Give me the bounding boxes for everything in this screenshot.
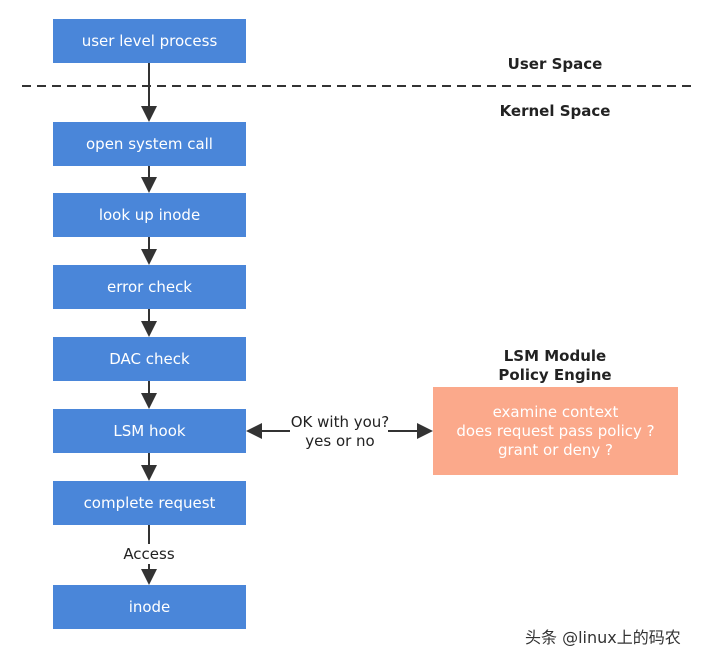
box-open-system-call: open system call	[53, 122, 246, 166]
diagram: User Space Kernel Space user level proce…	[0, 0, 720, 659]
box-lsm-hook: LSM hook	[53, 409, 246, 453]
query-label: OK with you? yes or no	[285, 413, 395, 451]
policy-line: grant or deny ?	[497, 440, 613, 459]
policy-line: examine context	[492, 402, 619, 421]
connectors	[22, 63, 692, 585]
lsm-title-line-2: Policy Engine	[498, 366, 612, 384]
box-dac-check: DAC check	[53, 337, 246, 381]
box-error-check: error check	[53, 265, 246, 309]
query-line-2: yes or no	[305, 432, 375, 450]
lsm-module-title: LSM Module Policy Engine	[470, 347, 640, 385]
policy-engine-box: examine context does request pass policy…	[433, 387, 678, 475]
box-complete-request: complete request	[53, 481, 246, 525]
kernel-space-label: Kernel Space	[499, 102, 611, 120]
access-label: Access	[123, 545, 175, 563]
box-look-up-inode: look up inode	[53, 193, 246, 237]
query-line-1: OK with you?	[290, 413, 390, 431]
box-inode: inode	[53, 585, 246, 629]
policy-line: does request pass policy ?	[456, 421, 655, 440]
watermark: 头条 @linux上的码农	[525, 628, 681, 647]
lsm-title-line-1: LSM Module	[503, 347, 607, 365]
user-space-label: User Space	[507, 55, 603, 73]
box-user-level-process: user level process	[53, 19, 246, 63]
